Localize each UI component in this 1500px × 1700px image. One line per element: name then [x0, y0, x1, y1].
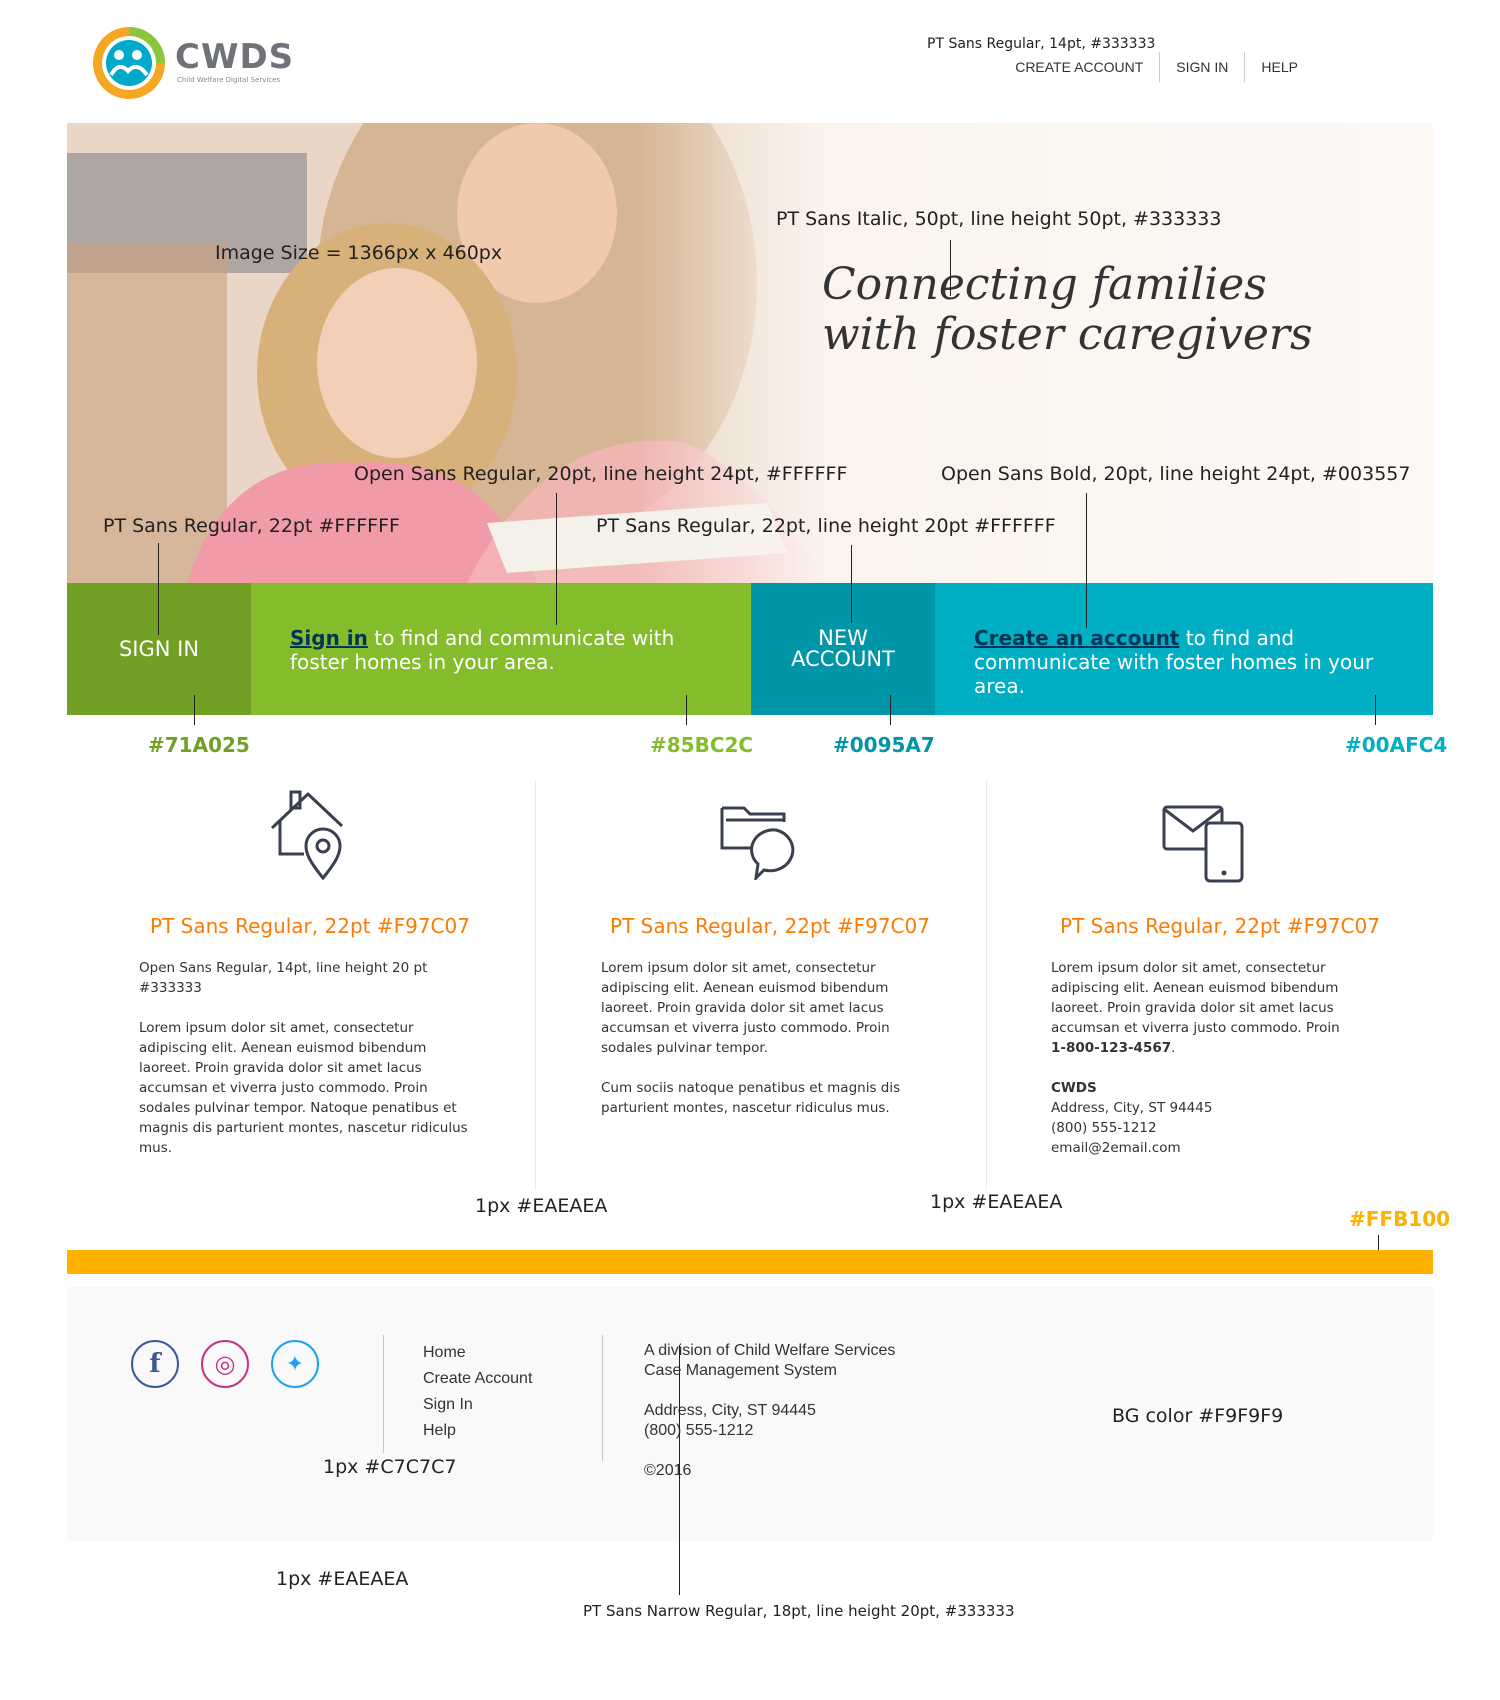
annotation-footer-bg: BG color #F9F9F9: [1112, 1405, 1284, 1427]
logo-emblem-icon: [93, 27, 165, 99]
instagram-icon[interactable]: ◎: [201, 1340, 249, 1388]
sign-in-message: Sign in to find and communicate with fos…: [290, 626, 675, 674]
annotation-pointer: [686, 695, 687, 725]
footer-link-home[interactable]: Home: [423, 1340, 532, 1366]
annotation-footer-divider: 1px #C7C7C7: [323, 1456, 457, 1478]
contact-name: CWDS: [1051, 1080, 1097, 1096]
sign-in-block-label: SIGN IN: [118, 637, 200, 661]
annotation-divider-1: 1px #EAEAEA: [475, 1195, 608, 1217]
swatch-yellow: #FFB100: [1349, 1207, 1451, 1231]
sign-in-band: Sign in to find and communicate with fos…: [251, 583, 751, 715]
folder-chat-icon: [720, 806, 795, 880]
swatch-account-band: #00AFC4: [1345, 733, 1448, 757]
hero-photo-illustration: [67, 123, 827, 583]
hero-headline: Connecting families with foster caregive…: [822, 259, 1313, 360]
footer-link-create-account[interactable]: Create Account: [423, 1366, 532, 1392]
annotation-pointer: [851, 545, 852, 623]
nav-sign-in[interactable]: SIGN IN: [1160, 55, 1244, 79]
house-location-icon: [270, 790, 344, 880]
logo-wordmark: CWDS: [175, 37, 295, 77]
annotation-nav-font: PT Sans Regular, 14pt, #333333: [927, 36, 1156, 52]
annotation-footer-border: 1px #EAEAEA: [276, 1568, 409, 1590]
annotation-band-body-font: Open Sans Regular, 20pt, line height 24p…: [354, 463, 848, 485]
annotation-headline-font: PT Sans Italic, 50pt, line height 50pt, …: [776, 208, 1222, 230]
column-3-body: Lorem ipsum dolor sit amet, consectetur …: [1051, 960, 1341, 1158]
create-account-band: Create an account to find and communicat…: [935, 583, 1433, 715]
footer-divider: [602, 1335, 603, 1461]
footer: f ◎ ✦ Home Create Account Sign In Help A…: [67, 1287, 1433, 1541]
column-divider: [986, 780, 987, 1190]
column-1-title: PT Sans Regular, 22pt #F97C07: [150, 914, 470, 938]
footer-link-sign-in[interactable]: Sign In: [423, 1392, 532, 1418]
annotation-band-link-font: Open Sans Bold, 20pt, line height 24pt, …: [941, 463, 1411, 485]
column-2-title: PT Sans Regular, 22pt #F97C07: [610, 914, 930, 938]
annotation-pointer: [556, 493, 557, 625]
new-account-block[interactable]: NEW ACCOUNT: [751, 583, 935, 715]
swatch-signin-band: #85BC2C: [650, 733, 754, 757]
footer-division-line1: A division of Child Welfare Services: [644, 1342, 896, 1359]
footer-phone: (800) 555-1212: [644, 1422, 754, 1439]
footer-nav: Home Create Account Sign In Help: [423, 1340, 532, 1444]
annotation-signin-font: PT Sans Regular, 22pt #FFFFFF: [103, 515, 400, 537]
top-nav: CREATE ACCOUNT SIGN IN HELP: [999, 52, 1314, 82]
sign-in-link[interactable]: Sign in: [290, 626, 368, 650]
nav-create-account[interactable]: CREATE ACCOUNT: [999, 55, 1159, 79]
column-1-body: Open Sans Regular, 14pt, line height 20 …: [139, 960, 468, 1156]
create-account-link[interactable]: Create an account: [974, 626, 1179, 650]
nav-help[interactable]: HELP: [1245, 55, 1314, 79]
column-3-title: PT Sans Regular, 22pt #F97C07: [1060, 914, 1380, 938]
annotation-pointer: [158, 543, 159, 635]
annotation-pointer: [950, 240, 951, 296]
swatch-signin-block: #71A025: [148, 733, 250, 757]
contact-email[interactable]: email@2email.com: [1051, 1138, 1341, 1158]
create-account-message: Create an account to find and communicat…: [974, 626, 1374, 698]
footer-link-help[interactable]: Help: [423, 1418, 532, 1444]
facebook-icon[interactable]: f: [131, 1340, 179, 1388]
annotation-footer-font: PT Sans Narrow Regular, 18pt, line heigh…: [583, 1602, 1015, 1620]
twitter-icon[interactable]: ✦: [271, 1340, 319, 1388]
swatch-account-block: #0095A7: [833, 733, 935, 757]
footer-info: A division of Child Welfare Services Cas…: [644, 1341, 895, 1481]
logo-tagline: Child Welfare Digital Services: [177, 76, 281, 84]
footer-divider: [383, 1335, 384, 1453]
annotation-pointer: [679, 1345, 680, 1595]
contact-phone-highlight[interactable]: 1-800-123-4567: [1051, 1040, 1171, 1056]
annotation-pointer: [890, 695, 891, 725]
hero-image: Connecting families with foster caregive…: [67, 123, 1433, 583]
annotation-pointer: [194, 695, 195, 725]
annotation-pointer: [1086, 493, 1087, 628]
contact-phone: (800) 555-1212: [1051, 1120, 1157, 1136]
mail-phone-icon: [1162, 805, 1244, 883]
contact-address: Address, City, ST 94445: [1051, 1100, 1213, 1116]
new-account-block-label: NEW ACCOUNT: [791, 626, 895, 671]
footer-division-line2: Case Management System: [644, 1362, 837, 1379]
footer-address: Address, City, ST 94445: [644, 1402, 816, 1419]
annotation-pointer: [1375, 695, 1376, 725]
column-divider: [535, 780, 536, 1190]
annotation-new-account-font: PT Sans Regular, 22pt, line height 20pt …: [596, 515, 1056, 537]
footer-copyright: ©2016: [644, 1462, 692, 1479]
footer-accent-bar: [67, 1250, 1433, 1274]
sign-in-block[interactable]: SIGN IN: [67, 583, 251, 715]
annotation-divider-2: 1px #EAEAEA: [930, 1191, 1063, 1213]
cwds-logo[interactable]: CWDS Child Welfare Digital Services: [91, 25, 295, 101]
annotation-image-size: Image Size = 1366px x 460px: [215, 242, 503, 264]
column-2-body: Lorem ipsum dolor sit amet, consectetur …: [601, 960, 901, 1116]
